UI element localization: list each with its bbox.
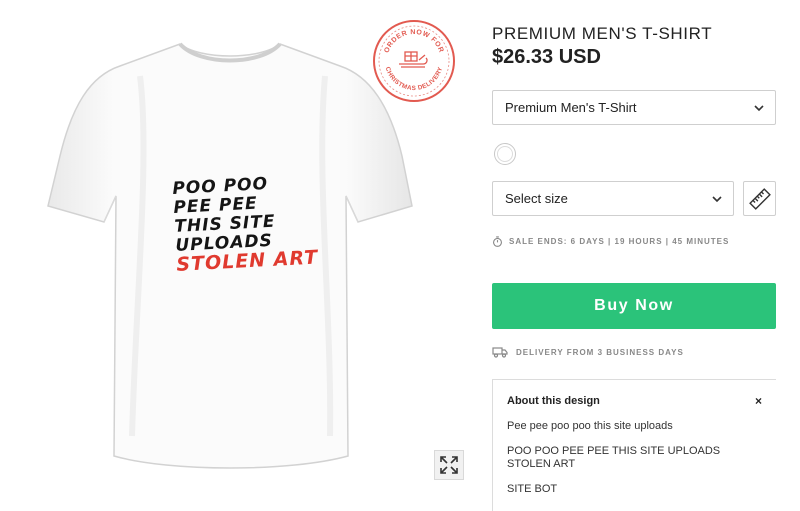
buy-now-label: Buy Now xyxy=(594,297,674,314)
sale-countdown-text: SALE ENDS: 6 DAYS | 19 HOURS | 45 MINUTE… xyxy=(509,237,730,246)
chevron-down-icon xyxy=(712,196,722,203)
delivery-info: DELIVERY FROM 3 BUSINESS DAYS xyxy=(492,346,684,358)
expand-image-button[interactable] xyxy=(434,450,464,480)
svg-text:CHRISTMAS DELIVERY: CHRISTMAS DELIVERY xyxy=(384,66,445,92)
color-option-white[interactable] xyxy=(494,143,516,165)
product-style-select[interactable]: Premium Men's T-Shirt xyxy=(492,90,776,125)
christmas-delivery-stamp: ORDER NOW FOR CHRISTMAS DELIVERY xyxy=(373,20,455,102)
svg-text:ORDER NOW FOR: ORDER NOW FOR xyxy=(383,29,444,54)
chevron-down-icon xyxy=(754,105,764,112)
size-guide-button[interactable] xyxy=(743,181,776,216)
about-title: About this design xyxy=(507,395,600,407)
ruler-icon xyxy=(748,187,771,210)
stamp-graphic: ORDER NOW FOR CHRISTMAS DELIVERY xyxy=(378,25,450,97)
buy-now-button[interactable]: Buy Now xyxy=(492,283,776,329)
product-title: PREMIUM MEN'S T-SHIRT xyxy=(492,24,713,43)
product-image: POO POO PEE PEE THIS SITE UPLOADS STOLEN… xyxy=(0,0,480,511)
truck-icon xyxy=(492,347,508,358)
color-dot xyxy=(497,146,513,162)
about-paragraph-3: SITE BOT xyxy=(507,483,558,495)
about-paragraph-2: POO POO PEE PEE THIS SITE UPLOADS STOLEN… xyxy=(507,445,721,470)
delivery-text: DELIVERY FROM 3 BUSINESS DAYS xyxy=(516,347,684,357)
style-select-value: Premium Men's T-Shirt xyxy=(505,100,637,115)
about-header: About this design × xyxy=(507,394,762,408)
close-icon[interactable]: × xyxy=(755,394,762,408)
about-design-section: About this design × Pee pee poo poo this… xyxy=(492,379,776,511)
sleigh-icon xyxy=(399,51,428,68)
stamp-text-top: ORDER NOW FOR xyxy=(383,29,444,54)
product-price: $26.33 USD xyxy=(492,46,601,68)
stopwatch-icon xyxy=(493,236,502,247)
size-select[interactable]: Select size xyxy=(492,181,734,216)
expand-icon xyxy=(440,456,458,474)
shirt-print-text: POO POO PEE PEE THIS SITE UPLOADS STOLEN… xyxy=(172,172,327,276)
about-paragraph-1: Pee pee poo poo this site uploads xyxy=(507,420,673,432)
sale-countdown: SALE ENDS: 6 DAYS | 19 HOURS | 45 MINUTE… xyxy=(492,236,729,247)
stamp-text-bottom: CHRISTMAS DELIVERY xyxy=(384,66,444,92)
size-select-value: Select size xyxy=(505,191,568,206)
